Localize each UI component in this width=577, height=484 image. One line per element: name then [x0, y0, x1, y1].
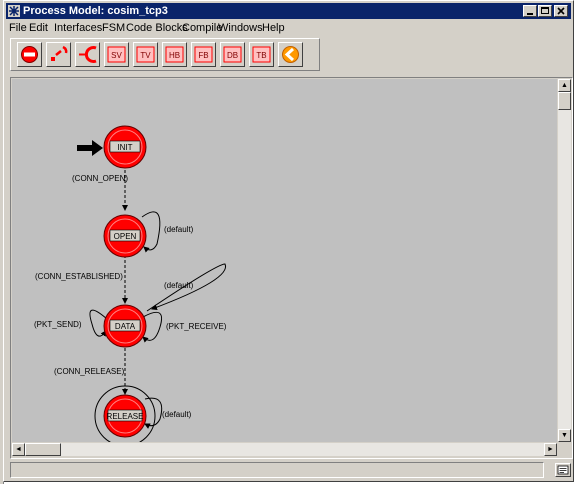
state-label: INIT	[117, 143, 132, 152]
process-model-window: Process Model: cosim_tcp3 File Edit Inte…	[3, 0, 574, 482]
diagnostic-block-icon: DB	[223, 46, 242, 63]
function-block-button[interactable]: FB	[191, 42, 216, 67]
minimize-icon	[527, 13, 533, 15]
state-release[interactable]: RELEASE	[94, 385, 156, 442]
minimize-button[interactable]	[523, 5, 537, 17]
horizontal-scrollbar[interactable]: ◄ ►	[12, 443, 557, 456]
console-icon	[557, 465, 569, 475]
state-variables-icon: SV	[107, 46, 126, 63]
create-loop-icon	[79, 46, 97, 63]
menu-bar: File Edit Interfaces FSM Code Blocks Com…	[6, 20, 571, 36]
svg-text:FB: FB	[198, 51, 208, 60]
scroll-up-button[interactable]: ▲	[558, 79, 571, 92]
transition-label-pkt-receive[interactable]: (PKT_RECEIVE)	[166, 322, 227, 331]
vertical-scroll-thumb[interactable]	[558, 92, 571, 110]
scroll-down-button[interactable]: ▼	[558, 429, 571, 442]
status-console-button[interactable]	[555, 463, 571, 477]
transition-label-pkt-send[interactable]: (PKT_SEND)	[34, 320, 82, 329]
scrollbar-corner	[558, 443, 571, 456]
canvas-frame: INIT OPEN DATA RELEASE (CONN_OPEN) (defa…	[10, 77, 573, 459]
arrow-down-icon: ▼	[561, 432, 568, 439]
state-variables-button[interactable]: SV	[104, 42, 129, 67]
state-init[interactable]: INIT	[103, 125, 147, 169]
svg-text:TB: TB	[256, 51, 266, 60]
menu-help[interactable]: Help	[262, 21, 285, 35]
menu-edit[interactable]: Edit	[29, 21, 48, 35]
termination-block-button[interactable]: TB	[249, 42, 274, 67]
close-icon	[557, 7, 565, 15]
header-block-icon: HB	[165, 46, 184, 63]
state-label: OPEN	[114, 232, 137, 241]
menu-fsm[interactable]: FSM	[102, 21, 125, 35]
create-state-button[interactable]	[17, 42, 42, 67]
scroll-right-button[interactable]: ►	[544, 443, 557, 456]
app-icon	[8, 5, 20, 17]
arrow-right-icon: ►	[547, 446, 554, 453]
status-bar	[10, 462, 544, 478]
state-label: DATA	[115, 322, 136, 331]
transition-label-open-default[interactable]: (default)	[164, 225, 194, 234]
scroll-left-button[interactable]: ◄	[12, 443, 25, 456]
horizontal-scroll-thumb[interactable]	[25, 443, 61, 456]
menu-code-blocks[interactable]: Code Blocks	[126, 21, 188, 35]
state-label: RELEASE	[107, 412, 144, 421]
menu-windows[interactable]: Windows	[218, 21, 263, 35]
transition-label-data-default[interactable]: (default)	[164, 281, 194, 290]
fsm-diagram: INIT OPEN DATA RELEASE (CONN_OPEN) (defa…	[34, 125, 227, 442]
compile-button[interactable]	[278, 42, 303, 67]
create-transition-icon	[51, 45, 68, 61]
initial-state-arrow	[77, 140, 103, 156]
header-block-button[interactable]: HB	[162, 42, 187, 67]
title-bar[interactable]: Process Model: cosim_tcp3	[6, 3, 571, 19]
svg-text:TV: TV	[140, 51, 151, 60]
transition-label-conn-established[interactable]: (CONN_ESTABLISHED)	[35, 272, 123, 281]
window-title: Process Model: cosim_tcp3	[23, 5, 168, 17]
temporary-variables-icon: TV	[136, 46, 155, 63]
toolbar: SV TV HB FB DB TB	[10, 38, 320, 71]
termination-block-icon: TB	[252, 46, 271, 63]
compile-icon	[282, 46, 299, 63]
create-transition-button[interactable]	[46, 42, 71, 67]
svg-text:SV: SV	[111, 51, 122, 60]
fsm-canvas[interactable]: INIT OPEN DATA RELEASE (CONN_OPEN) (defa…	[12, 79, 557, 442]
transition-release-default	[144, 397, 163, 429]
vertical-scrollbar[interactable]: ▲ ▼	[558, 79, 571, 442]
state-data[interactable]: DATA	[103, 304, 147, 348]
menu-compile[interactable]: Compile	[182, 21, 222, 35]
svg-text:HB: HB	[169, 51, 180, 60]
menu-file[interactable]: File	[9, 21, 27, 35]
function-block-icon: FB	[194, 46, 213, 63]
transition-label-release-default[interactable]: (default)	[162, 410, 192, 419]
create-loop-button[interactable]	[75, 42, 100, 67]
arrow-up-icon: ▲	[561, 82, 568, 89]
state-open[interactable]: OPEN	[103, 214, 147, 258]
maximize-icon	[541, 7, 549, 14]
create-state-icon	[21, 46, 38, 63]
transition-label-conn-release[interactable]: (CONN_RELEASE)	[54, 367, 125, 376]
menu-interfaces[interactable]: Interfaces	[54, 21, 102, 35]
temporary-variables-button[interactable]: TV	[133, 42, 158, 67]
maximize-button[interactable]	[538, 5, 552, 17]
close-button[interactable]	[554, 5, 568, 17]
diagnostic-block-button[interactable]: DB	[220, 42, 245, 67]
transition-label-conn-open[interactable]: (CONN_OPEN)	[72, 174, 128, 183]
svg-text:DB: DB	[227, 51, 238, 60]
arrow-left-icon: ◄	[15, 446, 22, 453]
